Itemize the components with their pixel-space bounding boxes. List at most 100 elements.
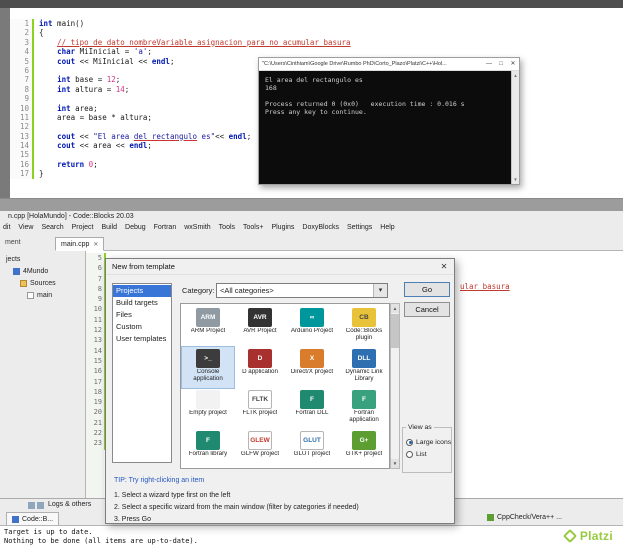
template-item-label: D application xyxy=(242,369,278,375)
management-panel-tab[interactable]: ment xyxy=(5,239,21,246)
template-item[interactable]: X Direct/X project xyxy=(286,347,338,388)
change-bar xyxy=(32,159,34,170)
code-token: ; xyxy=(246,131,252,141)
scroll-down-icon[interactable]: ▼ xyxy=(391,459,399,468)
console-titlebar[interactable]: "C:\Users\Cinthiam\Google Drive\Rumbo Ph… xyxy=(259,58,519,71)
line-number: 21 xyxy=(93,418,102,427)
template-item-label: Fortran library xyxy=(188,451,228,457)
template-item[interactable]: ∞ Arduino Project xyxy=(286,306,338,347)
template-item[interactable]: F Fortran library xyxy=(182,429,234,468)
wizard-type-item[interactable]: Custom xyxy=(113,321,171,333)
go-button[interactable]: Go xyxy=(404,282,450,297)
view-as-option-label: Large icons xyxy=(416,438,452,446)
line-number: 7 xyxy=(10,75,32,85)
template-item[interactable]: FLTK FLTK project xyxy=(234,388,286,429)
template-item[interactable]: GLUT GLUT project xyxy=(286,429,338,468)
wizard-type-item[interactable]: User templates xyxy=(113,333,171,345)
dialog-close-icon[interactable]: ✕ xyxy=(434,262,454,271)
menu-item[interactable]: DoxyBlocks xyxy=(302,224,339,231)
code-text: int main() xyxy=(39,19,84,28)
menu-item[interactable]: wxSmith xyxy=(184,224,210,231)
line-number: 15 xyxy=(10,150,32,160)
scroll-up-icon[interactable]: ▲ xyxy=(512,71,519,80)
menu-item[interactable]: Project xyxy=(72,224,94,231)
template-item[interactable]: GLEW GLFW project xyxy=(234,429,286,468)
template-grid-scrollbar[interactable]: ▲ ▼ xyxy=(390,303,400,469)
code-token: 14 xyxy=(115,84,125,94)
template-item[interactable]: AVR AVR Project xyxy=(234,306,286,347)
code-token: << xyxy=(75,131,94,141)
change-bar xyxy=(32,112,34,123)
tree-item[interactable]: main xyxy=(2,289,84,301)
line-number: 12 xyxy=(93,326,102,335)
category-dropdown[interactable]: <All categories> ▾ xyxy=(216,283,388,298)
window-title: n.cpp [HolaMundo] - Code::Blocks 20.03 xyxy=(8,213,134,220)
line-number: 16 xyxy=(10,159,32,170)
menu-item[interactable]: Plugins xyxy=(271,224,294,231)
template-item-label: AVR Project xyxy=(243,328,277,334)
view-as-option[interactable]: Large icons xyxy=(406,436,451,448)
cancel-button[interactable]: Cancel xyxy=(404,302,450,317)
tree-item[interactable]: Sources xyxy=(2,277,84,289)
code-token: cout xyxy=(57,131,76,141)
template-item[interactable]: DD application xyxy=(234,347,286,388)
menu-item[interactable]: dit xyxy=(3,224,10,231)
code-token: // tipo_de_dato nombreVariable asignacio… xyxy=(57,37,351,47)
template-item[interactable]: CB Code::Blocks plugin xyxy=(338,306,389,347)
menu-item[interactable]: View xyxy=(18,224,33,231)
menu-item[interactable]: Search xyxy=(41,224,63,231)
line-number: 9 xyxy=(97,295,102,304)
line-number: 14 xyxy=(93,346,102,355)
console-scrollbar[interactable]: ▲ ▼ xyxy=(511,71,519,184)
template-item[interactable]: G+ GTK+ project xyxy=(338,429,389,468)
template-item[interactable]: DLL Dynamic Link Library xyxy=(338,347,389,388)
menu-item[interactable]: Tools+ xyxy=(243,224,263,231)
scroll-down-icon[interactable]: ▼ xyxy=(512,175,519,184)
minimize-icon[interactable]: — xyxy=(483,58,495,71)
template-item[interactable]: F Fortran application xyxy=(338,388,389,429)
editor-tab-maincpp[interactable]: main.cpp ✕ xyxy=(55,237,105,251)
wizard-type-item[interactable]: Projects xyxy=(113,285,171,297)
template-item-label: Empty project xyxy=(189,410,227,416)
maximize-icon[interactable]: □ xyxy=(495,58,507,71)
wizard-type-item[interactable]: Files xyxy=(113,309,171,321)
menu-item[interactable]: Fortran xyxy=(154,224,177,231)
menu-item[interactable]: Help xyxy=(380,224,394,231)
tree-item[interactable]: jects xyxy=(2,253,84,265)
avr-chip-icon: AVR xyxy=(248,308,272,327)
chevron-down-icon: ▾ xyxy=(373,284,387,297)
menu-item[interactable]: Build xyxy=(101,224,117,231)
template-item[interactable]: F Fortran DLL xyxy=(286,388,338,429)
code-token: "El area xyxy=(93,131,134,141)
build-log-tab[interactable]: Code::B... xyxy=(6,512,60,525)
console-output-line: 168 xyxy=(265,84,277,92)
view-as-option[interactable]: List xyxy=(406,448,451,460)
code-token: return xyxy=(57,159,85,169)
editor-left-margin xyxy=(0,8,10,198)
new-from-template-dialog: New from template ✕ Projects Build target… xyxy=(105,258,455,524)
template-item[interactable]: >_ Console application xyxy=(181,346,235,389)
scrollbar-thumb[interactable] xyxy=(391,314,399,348)
tree-item-label: Sources xyxy=(30,279,56,287)
tab-close-icon[interactable]: ✕ xyxy=(93,241,98,248)
cppcheck-tab[interactable]: CppCheck/Vera++ ... xyxy=(487,514,562,521)
code-token: char xyxy=(57,47,76,57)
code-text: int base = 12; xyxy=(39,75,120,84)
menu-item[interactable]: Tools xyxy=(219,224,235,231)
build-log-output: Target is up to date. Nothing to be done … xyxy=(0,525,623,556)
fortran-dll-icon: F xyxy=(300,390,324,409)
dialog-titlebar[interactable]: New from template ✕ xyxy=(106,259,454,275)
template-item[interactable]: Empty project xyxy=(182,388,234,429)
code-token: ; xyxy=(93,159,98,169)
scroll-up-icon[interactable]: ▲ xyxy=(391,304,399,313)
close-icon[interactable]: ✕ xyxy=(507,58,519,71)
menu-item[interactable]: Settings xyxy=(347,224,372,231)
tree-item[interactable]: 4Mundo xyxy=(2,265,84,277)
template-item[interactable]: ARM ARM Project xyxy=(182,306,234,347)
menu-item[interactable]: Debug xyxy=(125,224,146,231)
wizard-type-item[interactable]: Build targets xyxy=(113,297,171,309)
template-grid: ARM ARM Project AVR AVR Project ∞ Arduino Pro… xyxy=(180,303,390,469)
